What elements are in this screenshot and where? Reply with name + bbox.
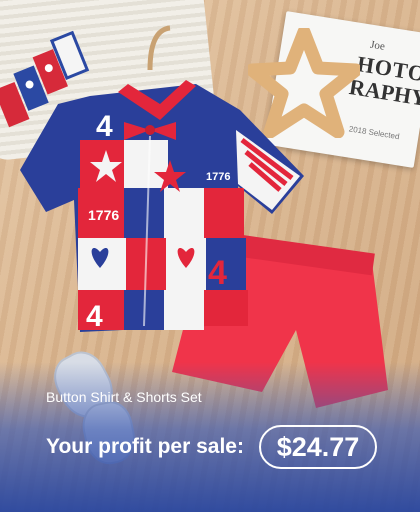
shirt-print-number: 4 <box>96 110 113 143</box>
shirt-print-year: 1776 <box>206 171 230 183</box>
product-card[interactable]: Joe HOTO RAPHY 2018 Selected 1776 1776 4… <box>0 0 420 512</box>
product-title: Button Shirt & Shorts Set <box>46 389 202 405</box>
shirt-print-number: 4 <box>86 300 103 333</box>
profit-label: Your profit per sale: <box>46 435 244 458</box>
profit-amount: $24.77 <box>276 431 360 462</box>
shirt-print-year: 1776 <box>88 207 119 223</box>
shirt-print-number: 4 <box>208 254 227 292</box>
profit-price-badge[interactable]: $24.77 <box>259 425 377 469</box>
